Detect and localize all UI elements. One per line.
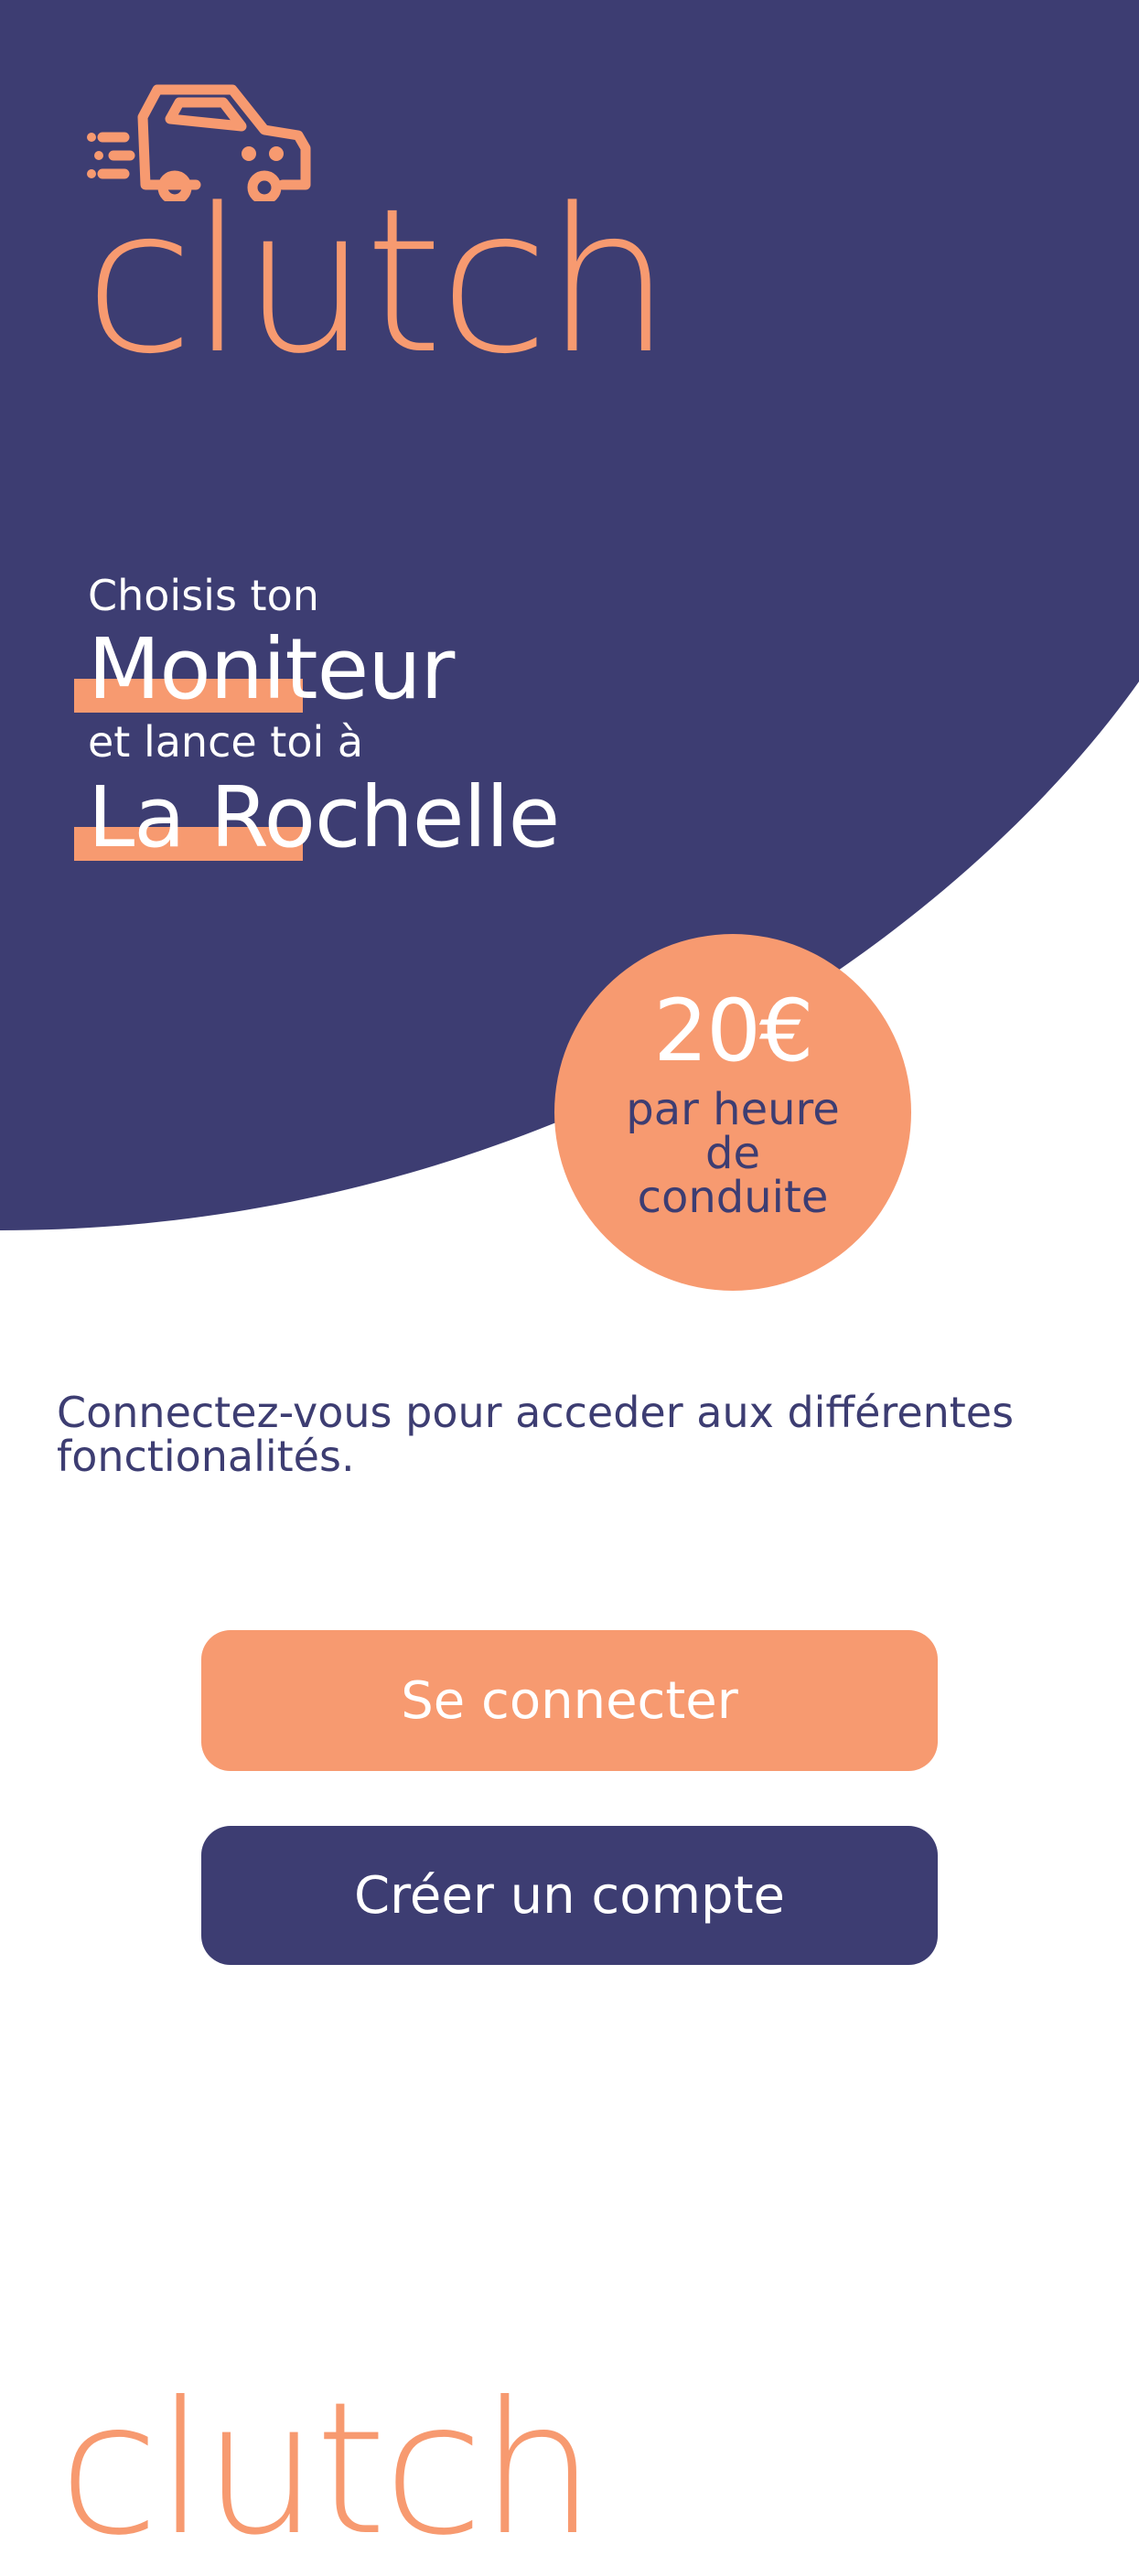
speed-dot-1 xyxy=(87,133,96,142)
footer-brand: clutch xyxy=(59,2363,596,2576)
price-badge: 20€ par heure de conduite xyxy=(554,934,911,1291)
brand-title: clutch xyxy=(84,166,672,398)
speed-dot-2 xyxy=(94,151,103,160)
create-account-button[interactable]: Créer un compte xyxy=(201,1826,938,1965)
price-caption: par heure de conduite xyxy=(626,1084,840,1223)
car-headlight-2 xyxy=(269,146,284,161)
price-amount: 20€ xyxy=(653,982,813,1081)
intro-message: Connectez-vous pour acceder aux différen… xyxy=(57,1388,1015,1481)
hero-line-choisis: Choisis ton xyxy=(88,571,319,620)
hero-line-lance: et lance toi à xyxy=(88,717,364,767)
car-headlight-1 xyxy=(242,146,256,161)
hero-line-la-rochelle: La Rochelle xyxy=(88,768,560,866)
hero-line-moniteur: Moniteur xyxy=(88,620,455,718)
car-window xyxy=(165,97,247,132)
login-button[interactable]: Se connecter xyxy=(201,1630,938,1771)
